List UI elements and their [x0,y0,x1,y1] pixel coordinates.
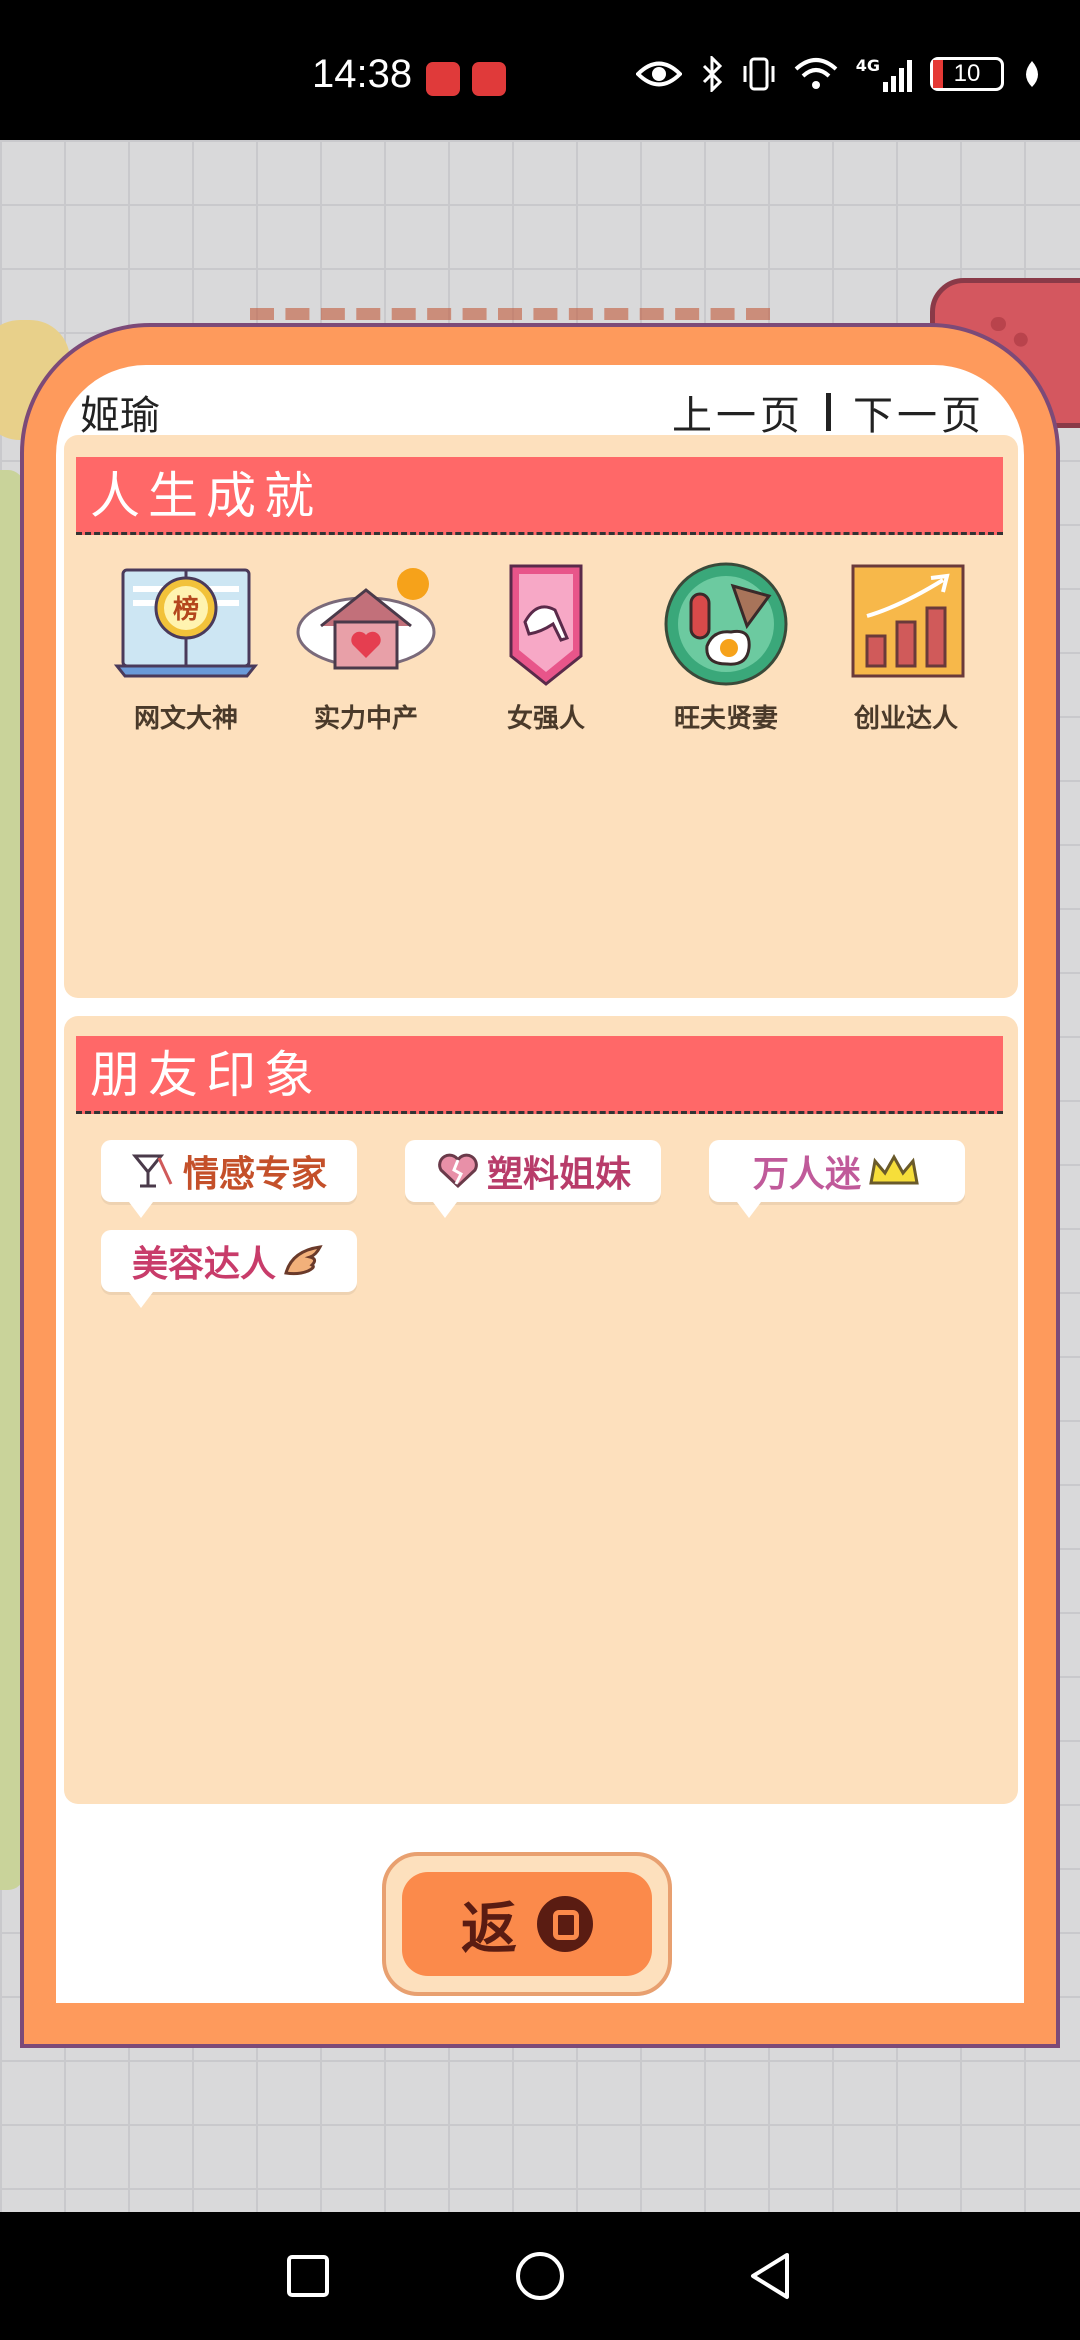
bluetooth-icon [702,56,722,92]
achievement-item[interactable]: 创业达人 [816,560,996,735]
impressions-title: 朋友印象 [76,1036,1003,1114]
tag-label: 塑料姐妹 [486,1154,631,1195]
back-button[interactable]: 返 [382,1852,672,1996]
tag-label: 万人迷 [752,1154,861,1195]
achievement-label: 旺夫贤妻 [673,704,778,734]
battery-indicator: 10 [930,57,1004,91]
leaf-icon [1026,61,1038,87]
square-icon [287,2255,329,2297]
circle-icon [516,2252,564,2300]
triangle-back-icon [751,2253,789,2299]
achievement-item[interactable]: 女强人 [456,560,636,735]
book-icon: 榜 [113,568,259,678]
achievement-label: 创业达人 [853,704,958,734]
impression-tag[interactable]: 塑料姐妹 [405,1140,661,1218]
achievement-item[interactable]: 旺夫贤妻 [636,560,816,735]
page-navigation: 上一页 下一页 [672,383,985,441]
impression-tag[interactable]: 情感专家 [101,1140,357,1218]
crown-icon [869,1153,919,1185]
home-button[interactable] [480,2212,600,2340]
achievement-label: 实力中产 [313,704,418,734]
status-bar: 14:38 4G 10 [0,0,1080,140]
vibrate-icon [743,57,775,91]
eye-icon [635,61,682,87]
nav-divider [826,393,831,431]
signal-4g-icon: 4G [856,56,912,92]
achievements-list: 榜 网文大神 实力中产 女强人 旺夫贤妻 创业达人 [96,560,996,735]
back-button-face: 返 [402,1872,652,1976]
notification-icon [426,62,460,96]
achievement-label: 女强人 [506,704,585,734]
status-icons: 4G 10 [635,56,1042,92]
system-navigation-bar [0,2212,1080,2340]
breakfast-plate-icon [664,562,788,686]
character-name: 姬瑜 [80,393,160,439]
wing-icon [284,1245,323,1276]
back-button-label: 返 [461,1896,517,1962]
return-icon [537,1896,593,1952]
broken-heart-icon [438,1153,478,1189]
svg-text:榜: 榜 [173,594,199,625]
back-nav-button[interactable] [710,2212,830,2340]
achievements-title: 人生成就 [76,457,1003,535]
wifi-icon [794,58,838,89]
cocktail-icon [131,1154,173,1188]
next-page-link[interactable]: 下一页 [853,383,985,441]
achievements-panel: 人生成就 榜 网文大神 实力中产 女强人 旺夫贤妻 创业达人 [64,435,1018,998]
tag-label: 情感专家 [182,1154,327,1195]
status-time: 14:38 [312,52,413,96]
prev-page-link[interactable]: 上一页 [672,383,804,441]
impressions-panel: 朋友印象 情感专家 塑料姐妹 万人迷 美容达人 [64,1016,1018,1804]
achievement-item[interactable]: 榜 网文大神 [96,560,276,735]
impression-tag[interactable]: 美容达人 [101,1230,357,1308]
high-heel-icon [509,564,583,686]
house-heart-icon [296,568,436,670]
impression-tag[interactable]: 万人迷 [709,1140,965,1218]
achievement-item[interactable]: 实力中产 [276,560,456,735]
tag-label: 美容达人 [131,1244,276,1285]
network-type: 4G [855,56,880,75]
growth-chart-icon [851,564,965,678]
achievement-label: 网文大神 [133,704,238,734]
app-badge-icon [472,62,506,96]
recents-button[interactable] [248,2212,368,2340]
